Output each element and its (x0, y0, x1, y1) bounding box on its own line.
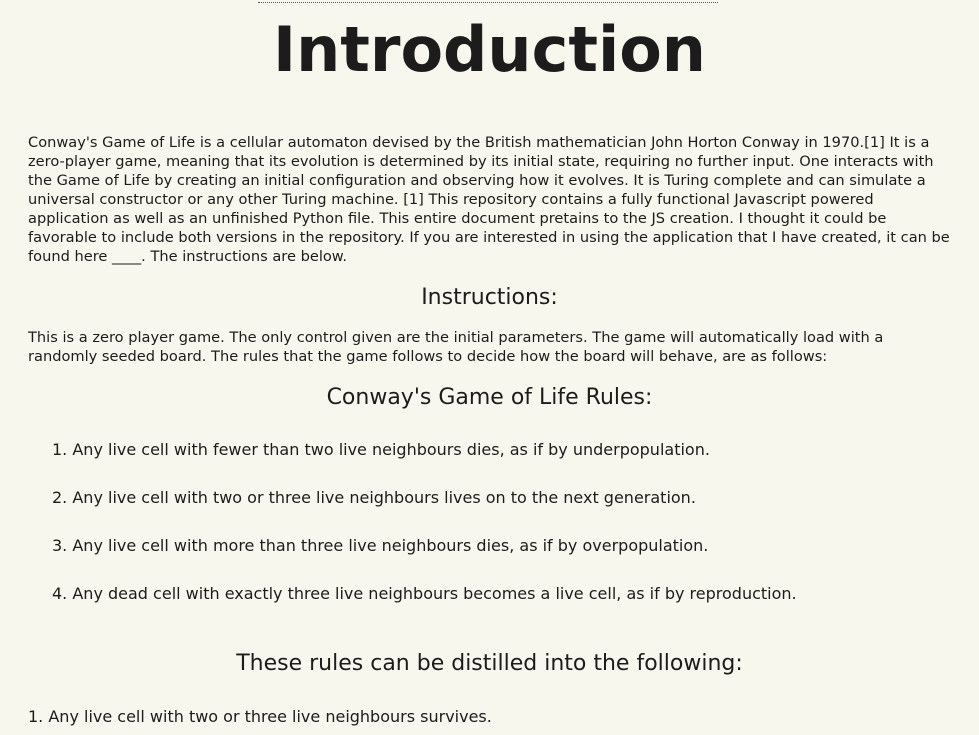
list-item-number: 1. (28, 707, 44, 726)
distilled-heading: These rules can be distilled into the fo… (236, 651, 743, 676)
list-item: 1. Any live cell with fewer than two liv… (52, 439, 797, 487)
list-item: 4. Any dead cell with exactly three live… (52, 583, 797, 631)
document-page: Introduction Conway's Game of Life is a … (0, 0, 979, 735)
list-item-text: Any live cell with fewer than two live n… (72, 440, 710, 459)
list-item-number: 3. (52, 536, 68, 555)
instructions-heading: Instructions: (421, 285, 558, 310)
list-item-text: Any dead cell with exactly three live ne… (72, 584, 797, 603)
list-item-number: 1. (52, 440, 68, 459)
rules-heading: Conway's Game of Life Rules: (326, 385, 653, 410)
list-item: 1. Any live cell with two or three live … (28, 706, 492, 728)
list-item-number: 4. (52, 584, 68, 603)
list-item-text: Any live cell with two or three live nei… (72, 488, 696, 507)
instructions-paragraph: This is a zero player game. The only con… (28, 329, 884, 365)
distilled-list: 1. Any live cell with two or three live … (28, 706, 492, 728)
intro-paragraph: Conway's Game of Life is a cellular auto… (28, 134, 950, 265)
rules-list: 1. Any live cell with fewer than two liv… (52, 439, 797, 631)
list-item-text: Any live cell with two or three live nei… (48, 707, 492, 726)
top-divider (258, 2, 718, 3)
list-item-number: 2. (52, 488, 68, 507)
list-item: 3. Any live cell with more than three li… (52, 535, 797, 583)
list-item: 2. Any live cell with two or three live … (52, 487, 797, 535)
list-item-text: Any live cell with more than three live … (72, 536, 709, 555)
page-title: Introduction (273, 13, 706, 86)
